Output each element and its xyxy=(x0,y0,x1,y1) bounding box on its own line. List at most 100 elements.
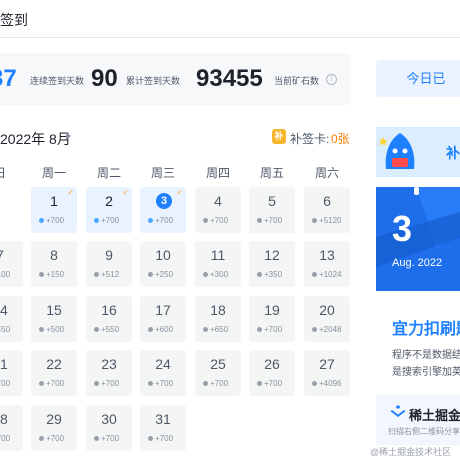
day-points: +450 xyxy=(0,325,10,335)
day-points: +650 xyxy=(203,325,228,335)
total-days-value: 90 xyxy=(91,65,118,92)
calendar-day-cell[interactable]: 9 +512 xyxy=(86,241,132,287)
banner-text: 补 xyxy=(446,145,460,161)
calendar-day-cell[interactable]: 16 +550 xyxy=(86,296,132,342)
day-points: +700 xyxy=(94,434,119,444)
calendar-day-cell[interactable]: 8 +150 xyxy=(31,241,77,287)
day-points: +5120 xyxy=(312,216,341,226)
calendar-day-cell[interactable]: 13 +1024 xyxy=(304,241,350,287)
chevron-right-icon[interactable] xyxy=(66,132,71,140)
day-points: +4096 xyxy=(312,379,341,389)
makeup-card-count: 0张 xyxy=(331,132,350,146)
day-points: +550 xyxy=(94,325,119,335)
day-points: +250 xyxy=(148,270,173,280)
day-points: +700 xyxy=(94,379,119,389)
calendar-day-cell[interactable]: 17 +600 xyxy=(140,296,186,342)
calendar-day-cell[interactable]: 23 +700 xyxy=(86,350,132,396)
day-points: +700 xyxy=(39,434,64,444)
info-icon[interactable]: i xyxy=(326,74,337,85)
day-number: 17 xyxy=(155,302,171,318)
day-points: +700 xyxy=(257,379,282,389)
day-number: 9 xyxy=(105,247,113,263)
calendar-day-cell[interactable]: 25 +700 xyxy=(195,350,241,396)
calendar-day-cell[interactable]: 11 +300 xyxy=(195,241,241,287)
juejin-logo-icon xyxy=(390,405,406,417)
weekday-label: 周二 xyxy=(96,166,121,180)
day-number: 13 xyxy=(319,247,335,263)
calendar-day-cell[interactable]: 27 +4096 xyxy=(304,350,350,396)
day-number: 24 xyxy=(155,356,171,372)
calendar-day-cell[interactable]: 10 +250 xyxy=(140,241,186,287)
day-points: +700 xyxy=(148,216,173,226)
calendar-day-cell[interactable]: 21 +700 xyxy=(0,350,23,396)
weekday-label: 周四 xyxy=(205,166,230,180)
calendar-day-cell[interactable]: 15 +500 xyxy=(31,296,77,342)
calendar-day-cell[interactable]: 7 +100 xyxy=(0,241,23,287)
sign-in-button[interactable]: 今日已 xyxy=(376,60,460,97)
day-points: +700 xyxy=(94,216,119,226)
calendar-day-cell[interactable]: 14 +450 xyxy=(0,296,23,342)
calendar-day-cell[interactable]: 2 +700 ✓ xyxy=(86,187,132,233)
month-label: 2022年 8月 xyxy=(0,131,71,147)
day-number: 10 xyxy=(155,247,171,263)
day-points: +300 xyxy=(203,270,228,280)
day-points: +700 xyxy=(148,379,173,389)
calendar-day-cell[interactable]: 1 +700 ✓ xyxy=(31,187,77,233)
day-number: 22 xyxy=(46,356,62,372)
calendar-day-cell[interactable]: 26 +700 xyxy=(249,350,295,396)
promo-text-line: 程序不是数据结构 xyxy=(392,350,460,361)
day-points: +700 xyxy=(39,379,64,389)
header-divider xyxy=(0,37,460,38)
share-box[interactable]: 稀土掘金 扫描右侧二维码分享好 xyxy=(376,395,460,445)
calendar-day-cell[interactable]: 4 +700 xyxy=(195,187,241,233)
calendar-day-cell[interactable]: 6 +5120 xyxy=(304,187,350,233)
promo-text-line: 是搜索引擎加英语 xyxy=(392,367,460,378)
calendar-day-cell[interactable]: 29 +700 xyxy=(31,405,77,451)
day-number: 5 xyxy=(268,193,276,209)
stats-panel: 37 连续签到天数 90 累计签到天数 93455 当前矿石数 i xyxy=(0,53,351,105)
day-number: 6 xyxy=(323,193,331,209)
weekday-label: 周一 xyxy=(41,166,66,180)
day-number: 20 xyxy=(319,302,335,318)
signed-check-icon: ✓ xyxy=(67,188,74,197)
calendar-day-cell[interactable]: 5 +700 xyxy=(249,187,295,233)
day-number: 21 xyxy=(0,356,8,372)
ore-count-label: 当前矿石数 xyxy=(274,76,320,86)
day-number: 19 xyxy=(264,302,280,318)
day-number: 26 xyxy=(264,356,280,372)
date-card: 3 Aug. 2022 xyxy=(376,187,460,291)
promo-banner[interactable]: 补 xyxy=(376,127,460,177)
day-points: +700 xyxy=(257,325,282,335)
day-number: 8 xyxy=(50,247,58,263)
calendar-day-cell[interactable]: 30 +700 xyxy=(86,405,132,451)
day-points: +1024 xyxy=(312,270,341,280)
weekday-label: 周五 xyxy=(259,166,284,180)
day-number: 31 xyxy=(155,411,171,427)
day-points: +2048 xyxy=(312,325,341,335)
page-title: 签到 xyxy=(0,12,28,28)
calendar-day-cell[interactable]: 24 +700 xyxy=(140,350,186,396)
date-card-month: Aug. 2022 xyxy=(392,257,443,269)
calendar-day-cell[interactable]: 18 +650 xyxy=(195,296,241,342)
ore-count-value: 93455 xyxy=(196,65,263,92)
day-points: +700 xyxy=(203,216,228,226)
calendar-day-cell[interactable]: 3 +700 ✓ xyxy=(140,187,186,233)
day-number: 3 xyxy=(156,193,172,209)
weekday-label: 日 xyxy=(0,164,23,181)
calendar-day-cell[interactable]: 20 +2048 xyxy=(304,296,350,342)
weekday-label: 周六 xyxy=(314,166,339,180)
weekday-label: 周三 xyxy=(150,166,175,180)
promo-title: 宜力扣刷题 xyxy=(392,321,460,338)
streak-days-label: 连续签到天数 xyxy=(30,76,85,86)
calendar-day-cell[interactable]: 28 +700 xyxy=(0,405,23,451)
day-points: +700 xyxy=(203,379,228,389)
day-points: +600 xyxy=(148,325,173,335)
date-card-day: 3 xyxy=(392,208,413,249)
signed-check-icon: ✓ xyxy=(122,188,129,197)
share-hint: 扫描右侧二维码分享好 xyxy=(388,427,460,436)
day-number: 12 xyxy=(264,247,280,263)
calendar-day-cell[interactable]: 31 +700 xyxy=(140,405,186,451)
calendar-day-cell[interactable]: 22 +700 xyxy=(31,350,77,396)
calendar-day-cell[interactable]: 12 +350 xyxy=(249,241,295,287)
calendar-day-cell[interactable]: 19 +700 xyxy=(249,296,295,342)
